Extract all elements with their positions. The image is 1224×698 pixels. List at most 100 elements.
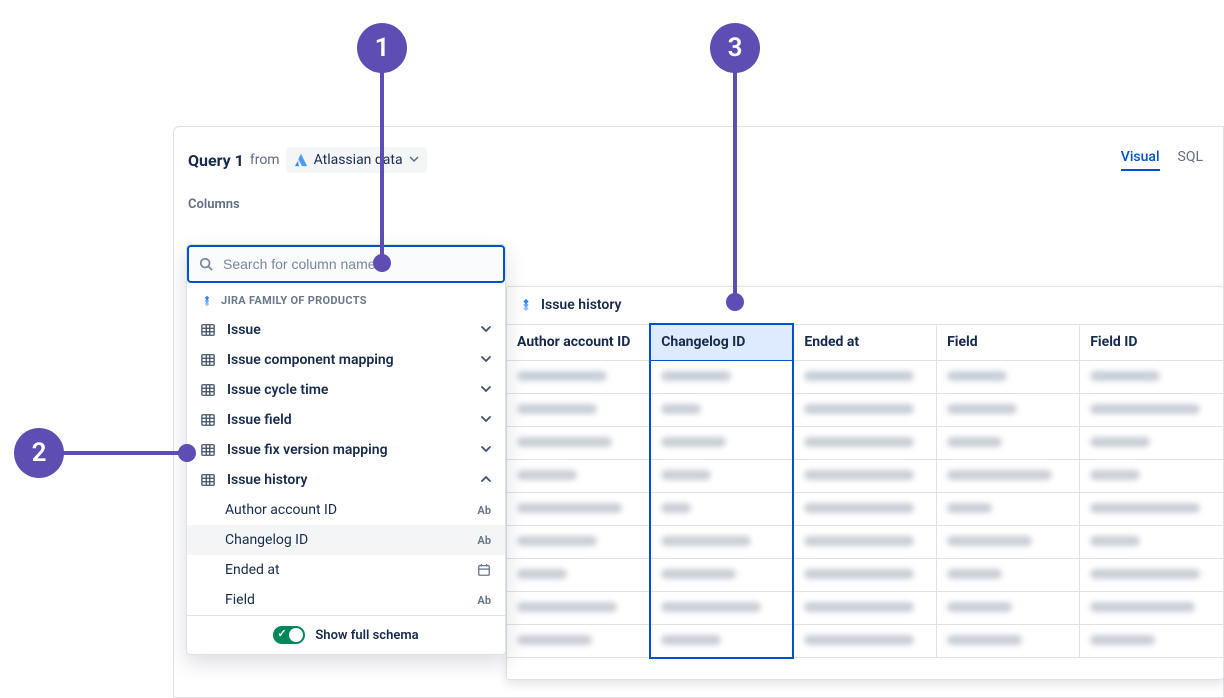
table-cell [507,360,650,393]
chevron-down-icon [481,323,491,337]
table-item[interactable]: Issue cycle time [187,375,505,405]
table-item[interactable]: Issue history [187,465,505,495]
table-cell [937,624,1080,658]
column-label: Field [225,592,477,608]
table-label: Issue fix version mapping [227,442,481,458]
chevron-down-icon [481,383,491,397]
data-source-label: Atlassian data [314,152,403,168]
column-item[interactable]: FieldAb [187,585,505,615]
table-cell [793,393,936,426]
table-item[interactable]: Issue component mapping [187,345,505,375]
table-cell [793,525,936,558]
table-label: Issue cycle time [227,382,481,398]
table-row [507,492,1223,525]
column-header[interactable]: Field [937,324,1080,360]
table-item[interactable]: Issue field [187,405,505,435]
type-badge: Ab [477,504,491,517]
column-label: Author account ID [225,502,477,518]
table-icon [201,353,217,367]
data-table: Author account IDChangelog IDEnded atFie… [507,323,1223,659]
table-cell [650,492,793,525]
popover-footer: ✓ Show full schema [187,615,505,654]
table-cell [1080,393,1223,426]
table-cell [793,426,936,459]
table-row [507,459,1223,492]
column-header[interactable]: Changelog ID [650,324,793,360]
annotation-line-2 [62,451,182,455]
table-cell [650,360,793,393]
column-item[interactable]: Author account IDAb [187,495,505,525]
table-icon [201,383,217,397]
jira-icon [519,298,533,312]
tab-visual[interactable]: Visual [1121,149,1160,171]
table-cell [793,558,936,591]
table-cell [507,492,650,525]
table-cell [507,624,650,658]
table-cell [507,459,650,492]
table-cell [1080,492,1223,525]
table-cell [507,591,650,624]
show-schema-toggle[interactable]: ✓ [273,626,305,644]
table-cell [507,393,650,426]
table-cell [650,426,793,459]
search-box[interactable] [187,245,505,283]
column-header[interactable]: Author account ID [507,324,650,360]
table-cell [507,558,650,591]
table-icon [201,413,217,427]
table-cell [937,525,1080,558]
table-label: Issue component mapping [227,352,481,368]
table-row [507,393,1223,426]
annotation-dot-1 [373,254,391,272]
type-badge: Ab [477,534,491,547]
table-cell [937,459,1080,492]
table-cell [650,393,793,426]
table-cell [650,591,793,624]
table-row [507,525,1223,558]
table-item[interactable]: Issue [187,315,505,345]
table-cell [650,525,793,558]
table-cell [1080,360,1223,393]
annotation-line-1 [380,70,384,255]
table-cell [793,624,936,658]
table-cell [650,558,793,591]
tab-sql[interactable]: SQL [1178,149,1203,171]
table-row [507,558,1223,591]
annotation-dot-2 [178,444,196,462]
table-cell [937,426,1080,459]
table-cell [937,558,1080,591]
preview-title-bar: Issue history [507,287,1223,323]
preview-title-label: Issue history [541,297,621,313]
table-cell [1080,426,1223,459]
data-source-selector[interactable]: Atlassian data [286,147,427,173]
column-item[interactable]: Ended at [187,555,505,585]
product-group-label: JIRA FAMILY OF PRODUCTS [187,283,505,315]
type-badge: Ab [477,594,491,607]
chevron-down-icon [481,443,491,457]
table-cell [507,426,650,459]
column-header[interactable]: Ended at [793,324,936,360]
table-label: Issue field [227,412,481,428]
table-cell [793,591,936,624]
chevron-down-icon [481,353,491,367]
query-title: Query 1 [188,151,244,170]
table-cell [1080,624,1223,658]
table-icon [201,323,217,337]
column-label: Ended at [225,562,477,578]
annotation-dot-3 [726,293,744,311]
search-input[interactable] [221,255,493,273]
table-row [507,360,1223,393]
panel-header: Query 1 from Atlassian data Visual SQL [174,127,1223,183]
table-item[interactable]: Issue fix version mapping [187,435,505,465]
column-search-popover: JIRA FAMILY OF PRODUCTS Issue Issue compo… [186,244,506,655]
table-cell [937,393,1080,426]
table-icon [201,473,217,487]
from-label: from [250,152,280,168]
chevron-up-icon [481,473,491,487]
table-cell [793,360,936,393]
column-header[interactable]: Field ID [1080,324,1223,360]
tab-bar: Visual SQL [1121,149,1203,171]
column-item[interactable]: Changelog IDAb [187,525,505,555]
preview-panel: Issue history Author account IDChangelog… [506,286,1224,680]
column-label: Changelog ID [225,532,477,548]
table-cell [1080,591,1223,624]
